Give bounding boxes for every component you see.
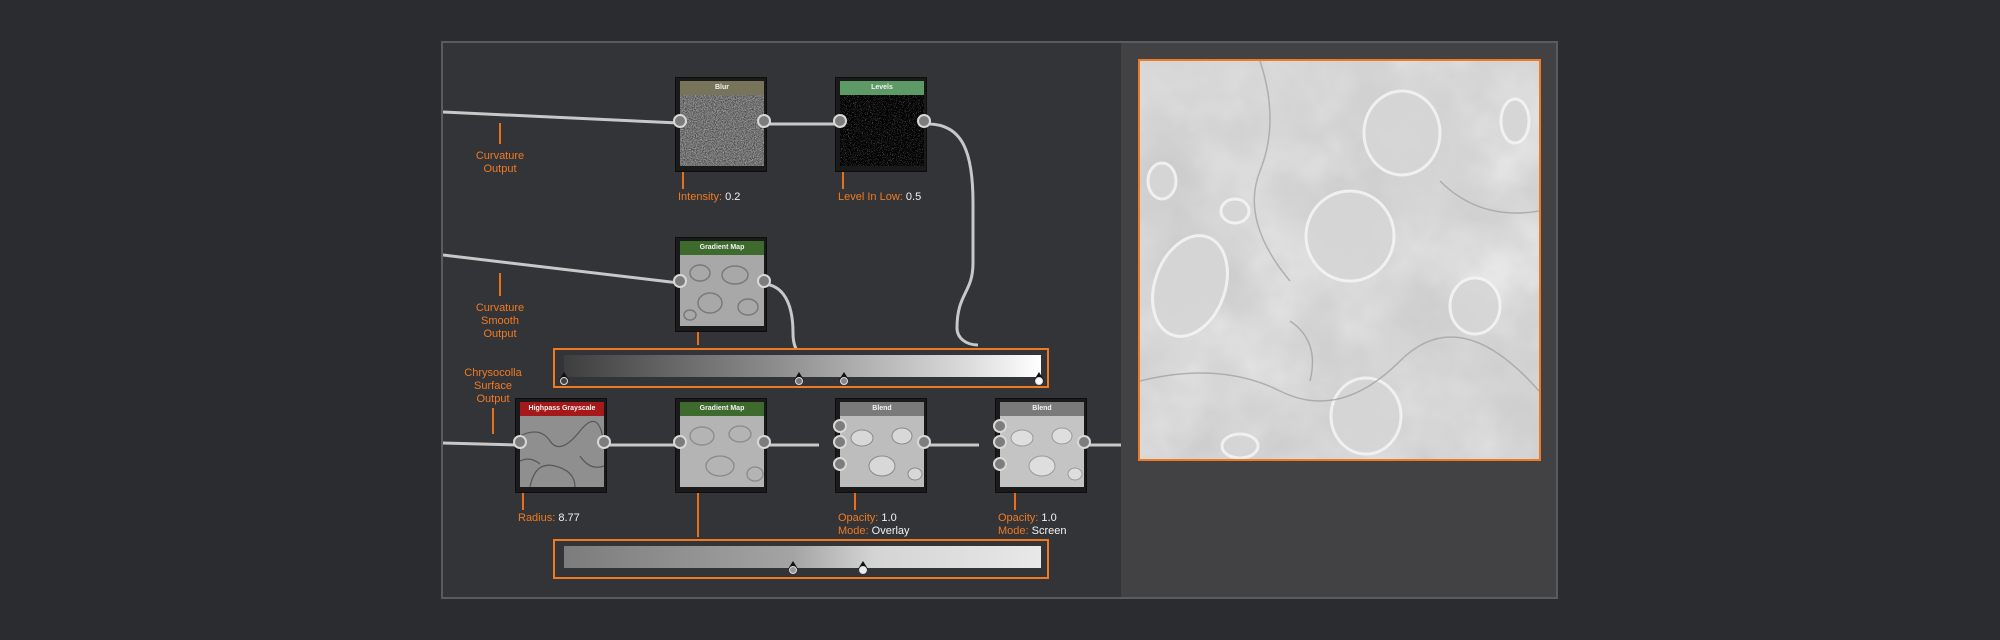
gradient-ramp-bottom[interactable] bbox=[553, 539, 1049, 579]
wire-levels-to-blend-screen bbox=[927, 122, 979, 347]
levels-thumbnail bbox=[840, 95, 924, 166]
gradient-map-top-output-port[interactable] bbox=[757, 274, 771, 288]
gradient-map-bottom-input-port[interactable] bbox=[673, 435, 687, 449]
blend-overlay-input-fg[interactable] bbox=[833, 419, 847, 433]
highpass-input-port[interactable] bbox=[513, 435, 527, 449]
highpass-param: Radius: 8.77 bbox=[518, 512, 580, 525]
blend-screen-input-bg[interactable] bbox=[993, 435, 1007, 449]
wire-chrysocolla-to-highpass bbox=[443, 441, 521, 447]
blend-screen-output-port[interactable] bbox=[1077, 435, 1091, 449]
texture-preview-image bbox=[1140, 61, 1539, 459]
levels-output-port[interactable] bbox=[917, 114, 931, 128]
blend-overlay-node[interactable]: Blend bbox=[833, 398, 931, 493]
blur-param: Intensity: 0.2 bbox=[678, 191, 740, 204]
wire-curvature-to-blur bbox=[443, 110, 680, 125]
levels-node[interactable]: Levels bbox=[833, 77, 931, 172]
wire-curvature-smooth-to-gradient bbox=[443, 253, 680, 285]
gradient-top-stop-1[interactable] bbox=[557, 372, 571, 386]
blur-input-port[interactable] bbox=[673, 114, 687, 128]
blend-overlay-thumbnail bbox=[840, 416, 924, 487]
gradient-bottom-stop-2[interactable] bbox=[856, 561, 870, 575]
blur-thumbnail bbox=[680, 95, 764, 166]
blur-param-value: 0.2 bbox=[725, 191, 741, 203]
blend-screen-opacity-label: Opacity: bbox=[998, 512, 1039, 524]
highpass-grayscale-node[interactable]: Highpass Grayscale bbox=[513, 398, 611, 493]
blend-overlay-mode-label: Mode: bbox=[838, 525, 869, 537]
blend-screen-node[interactable]: Blend bbox=[993, 398, 1091, 493]
blend-overlay-output-port[interactable] bbox=[917, 435, 931, 449]
gradient-map-top-title: Gradient Map bbox=[680, 241, 764, 255]
blur-node[interactable]: Blur bbox=[673, 77, 771, 172]
gradient-ramp-bottom-bar bbox=[564, 546, 1041, 568]
levels-param-value: 0.5 bbox=[905, 191, 922, 203]
gradient-ramp-top[interactable] bbox=[553, 348, 1049, 388]
highpass-node-title: Highpass Grayscale bbox=[520, 402, 604, 416]
blur-node-title: Blur bbox=[680, 81, 764, 95]
blend-screen-title: Blend bbox=[1000, 402, 1084, 416]
node-graph-window: Curvature Output Curvature Smooth Output Ch… bbox=[441, 41, 1558, 599]
gradient-top-stop-4[interactable] bbox=[1032, 372, 1046, 386]
blend-screen-input-mask[interactable] bbox=[993, 457, 1007, 471]
levels-param: Level In Low: 0.5 bbox=[838, 191, 921, 204]
levels-node-title: Levels bbox=[840, 81, 924, 95]
gradient-map-bottom-title: Gradient Map bbox=[680, 402, 764, 416]
blend-screen-input-fg[interactable] bbox=[993, 419, 1007, 433]
curvature-smooth-output-label: Curvature Smooth Output bbox=[475, 302, 525, 340]
blend-screen-mode-value: Screen bbox=[1031, 525, 1067, 537]
gradient-top-stop-3[interactable] bbox=[837, 372, 851, 386]
levels-param-label: Level In Low: bbox=[838, 191, 903, 203]
gradient-map-top-node[interactable]: Gradient Map bbox=[673, 237, 771, 332]
blend-screen-opacity-value: 1.0 bbox=[1041, 512, 1057, 524]
highpass-param-value: 8.77 bbox=[558, 512, 580, 524]
gradient-map-bottom-output-port[interactable] bbox=[757, 435, 771, 449]
blend-screen-params: Opacity: 1.0 Mode: Screen bbox=[998, 512, 1067, 538]
highpass-param-label: Radius: bbox=[518, 512, 556, 524]
gradient-map-top-input-port[interactable] bbox=[673, 274, 687, 288]
gradient-bottom-stop-1[interactable] bbox=[786, 561, 800, 575]
gradient-map-top-thumbnail bbox=[680, 255, 764, 326]
highpass-output-port[interactable] bbox=[597, 435, 611, 449]
blend-overlay-opacity-value: 1.0 bbox=[881, 512, 897, 524]
blur-output-port[interactable] bbox=[757, 114, 771, 128]
blend-overlay-params: Opacity: 1.0 Mode: Overlay bbox=[838, 512, 910, 538]
levels-input-port[interactable] bbox=[833, 114, 847, 128]
highpass-thumbnail bbox=[520, 416, 604, 487]
blend-screen-mode-label: Mode: bbox=[998, 525, 1029, 537]
gradient-map-bottom-thumbnail bbox=[680, 416, 764, 487]
blend-overlay-input-bg[interactable] bbox=[833, 435, 847, 449]
blur-param-label: Intensity: bbox=[678, 191, 723, 203]
curvature-output-label: Curvature Output bbox=[475, 150, 525, 175]
blend-overlay-mode-value: Overlay bbox=[871, 525, 910, 537]
gradient-top-stop-2[interactable] bbox=[792, 372, 806, 386]
gradient-map-bottom-node[interactable]: Gradient Map bbox=[673, 398, 771, 493]
blend-screen-thumbnail bbox=[1000, 416, 1084, 487]
node-graph-canvas[interactable]: Curvature Output Curvature Smooth Output Ch… bbox=[443, 43, 1121, 597]
preview-panel bbox=[1121, 43, 1556, 597]
blend-overlay-opacity-label: Opacity: bbox=[838, 512, 879, 524]
blend-overlay-input-mask[interactable] bbox=[833, 457, 847, 471]
texture-preview[interactable] bbox=[1138, 59, 1541, 461]
blend-overlay-title: Blend bbox=[840, 402, 924, 416]
